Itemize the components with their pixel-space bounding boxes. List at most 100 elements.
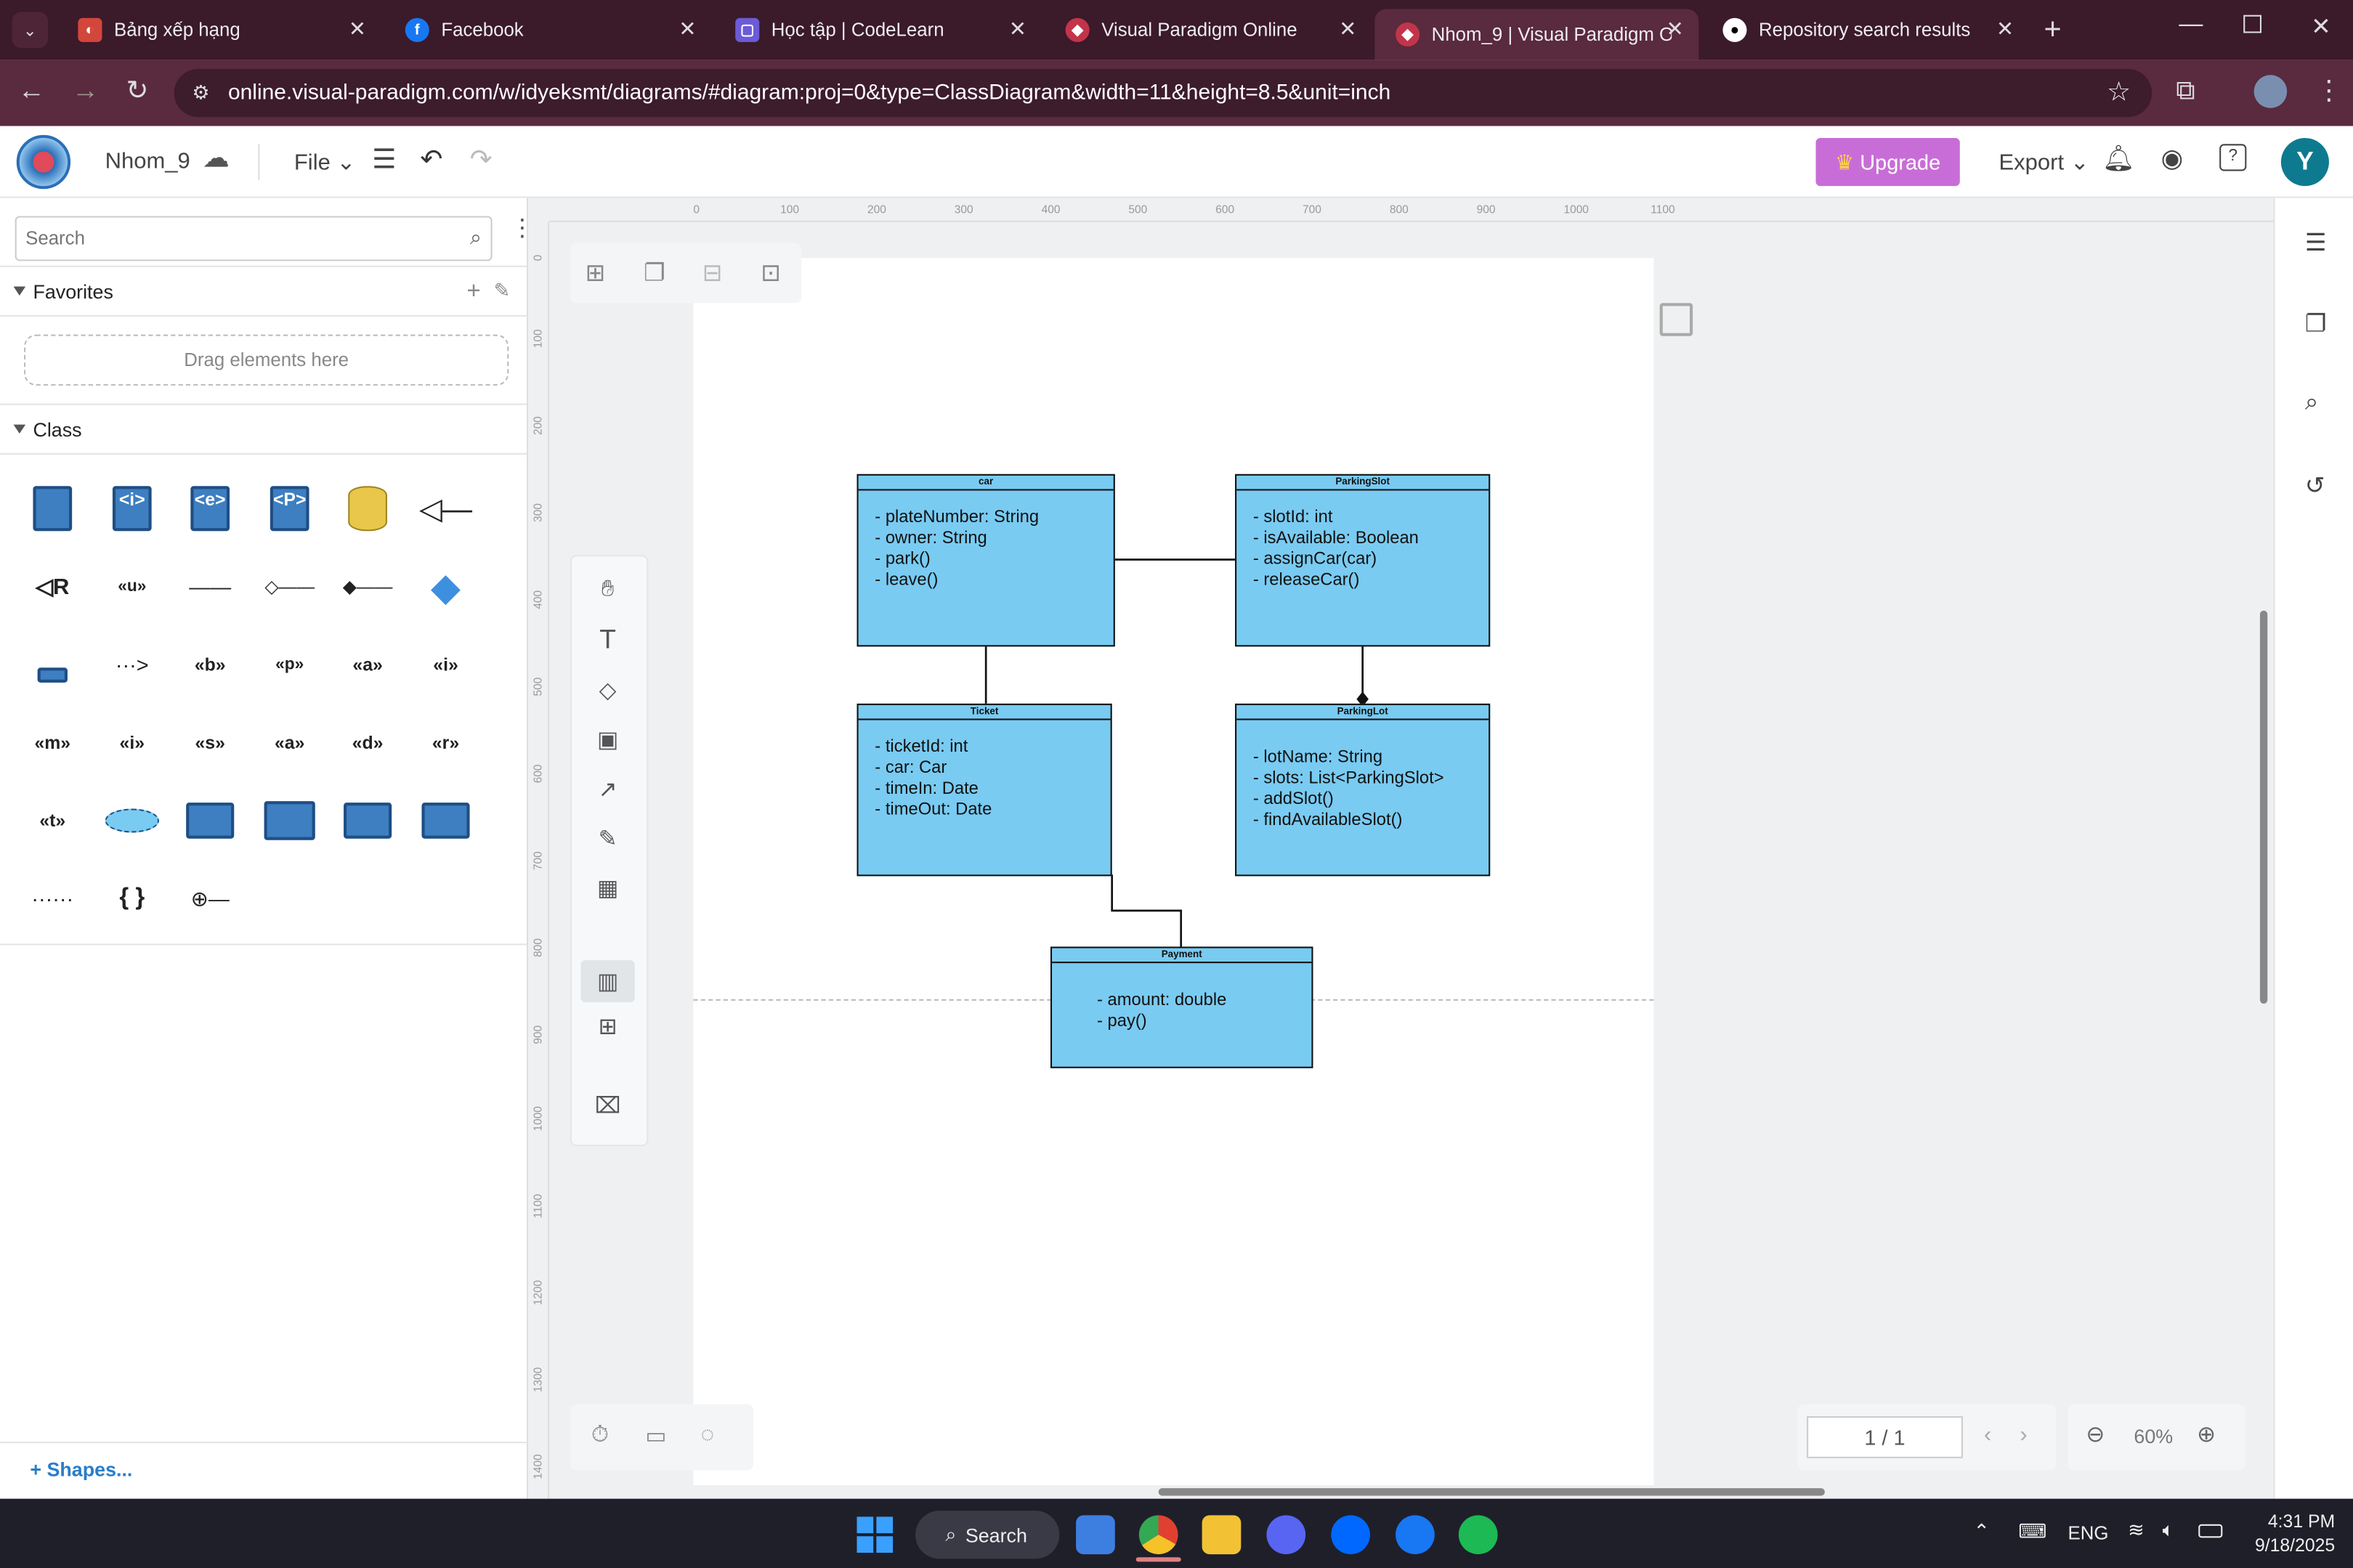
freehand-tool-icon[interactable]: ✎ xyxy=(591,822,624,855)
connector-tool-icon[interactable]: ↗ xyxy=(591,773,624,805)
new-tab-button[interactable]: + xyxy=(2044,14,2061,49)
collaboration-ellipse-icon[interactable] xyxy=(105,794,159,848)
notification-bell-icon[interactable]: 🔔︎ xyxy=(2102,144,2135,174)
keyboard-icon[interactable]: ⌨ xyxy=(2018,1520,2046,1544)
spotify-icon[interactable] xyxy=(1458,1515,1498,1555)
hamburger-menu-icon[interactable]: ☰ xyxy=(372,144,396,175)
help-icon[interactable]: ? xyxy=(2219,144,2247,171)
instantiate-dependency-icon[interactable]: «i» xyxy=(105,715,159,769)
browser-tab-2[interactable]: f Facebook ✕ xyxy=(384,9,711,51)
shapes-tool-icon[interactable]: ◇ xyxy=(591,673,624,706)
profile-avatar-icon[interactable] xyxy=(2253,75,2288,108)
generalization-arrow-icon[interactable]: ◁— xyxy=(418,482,472,535)
upgrade-button[interactable]: ♛ Upgrade xyxy=(1815,138,1960,187)
image-tool-icon[interactable]: ▣ xyxy=(591,723,624,756)
wifi-icon[interactable]: ≋ xyxy=(2128,1518,2145,1542)
access-dependency-icon[interactable]: «a» xyxy=(341,638,394,691)
find-icon[interactable]: ⌕ xyxy=(2305,390,2319,417)
constraint-shape-icon[interactable]: { } xyxy=(105,872,159,925)
favorites-drop-zone[interactable]: Drag elements here xyxy=(24,334,509,386)
containment-line-icon[interactable]: ⊕— xyxy=(183,872,237,925)
reload-icon[interactable]: ↻ xyxy=(126,75,149,106)
derive-dependency-icon[interactable]: «d» xyxy=(341,715,394,769)
abstraction-dependency-icon[interactable]: «a» xyxy=(262,715,316,769)
tab-search-dropdown[interactable]: ⌄ xyxy=(12,12,49,49)
zoom-out-icon[interactable]: ⊖ xyxy=(2086,1421,2105,1447)
browser-tab-5[interactable]: ◆ Nhom_9 | Visual Paradigm Or ✕ xyxy=(1374,9,1699,60)
class-section-header[interactable]: Class xyxy=(0,403,527,455)
browser-tab-4[interactable]: ◆ Visual Paradigm Online ✕ xyxy=(1045,9,1372,51)
bind-dependency-icon[interactable]: «b» xyxy=(183,638,237,691)
store-icon[interactable] xyxy=(1076,1515,1115,1555)
close-tab-icon[interactable]: ✕ xyxy=(679,17,696,42)
user-avatar[interactable]: Y xyxy=(2280,138,2329,187)
association-line-icon[interactable]: —— xyxy=(183,560,237,614)
database-shape-icon[interactable] xyxy=(341,482,394,535)
next-page-icon[interactable]: › xyxy=(2020,1422,2027,1447)
volume-muted-icon[interactable]: 🔈︎ xyxy=(2163,1518,2174,1542)
merge-dependency-icon[interactable]: «m» xyxy=(25,715,79,769)
enumeration-shape-icon[interactable]: <e> xyxy=(183,482,237,535)
containment-shape-icon[interactable] xyxy=(25,638,79,691)
visual-paradigm-logo[interactable] xyxy=(16,134,71,190)
text-tool-icon[interactable]: T xyxy=(591,622,624,655)
subsystem-shape-icon[interactable] xyxy=(341,794,394,848)
anchor-line-icon[interactable]: ······ xyxy=(25,872,79,925)
close-tab-icon[interactable]: ✕ xyxy=(1996,17,2014,42)
more-shapes-link[interactable]: + Shapes... xyxy=(30,1458,132,1481)
refine-dependency-icon[interactable]: «r» xyxy=(418,715,472,769)
composition-line-icon[interactable]: ◆—— xyxy=(341,560,394,614)
browser-tab-3[interactable]: ▢ Học tập | CodeLearn ✕ xyxy=(714,9,1041,51)
file-menu[interactable]: File ⌄ xyxy=(294,149,356,176)
browser-tab-1[interactable]: ◐ Bảng xếp hạng ✕ xyxy=(57,9,381,51)
show-hidden-icons-chevron[interactable]: ⌃ xyxy=(1973,1520,1990,1544)
add-widget-icon[interactable]: ⊞ xyxy=(591,1010,624,1042)
timer-icon[interactable]: ⏱ xyxy=(591,1422,609,1447)
comment-icon[interactable]: ◌ xyxy=(701,1422,714,1447)
file-explorer-icon[interactable] xyxy=(1202,1515,1242,1555)
facebook-icon[interactable] xyxy=(1396,1515,1435,1555)
panel-toggle-icon[interactable]: ▥ xyxy=(580,960,635,1002)
forward-icon[interactable]: → xyxy=(72,75,99,106)
uml-class-payment[interactable]: Payment - amount: double - pay() xyxy=(1050,946,1313,1068)
trace-dependency-icon[interactable]: «t» xyxy=(25,794,79,848)
substitute-dependency-icon[interactable]: «s» xyxy=(183,715,237,769)
redo-icon[interactable]: ↷ xyxy=(470,144,493,175)
close-tab-icon[interactable]: ✕ xyxy=(1666,17,1683,42)
search-icon[interactable]: ⌕ xyxy=(470,225,482,251)
zoom-in-icon[interactable]: ⊕ xyxy=(2197,1421,2216,1447)
close-tab-icon[interactable]: ✕ xyxy=(349,17,366,42)
model-shape-icon[interactable] xyxy=(262,794,316,848)
uml-class-ticket[interactable]: Ticket - ticketId: int - car: Car - time… xyxy=(856,703,1112,877)
page-indicator[interactable]: 1 / 1 xyxy=(1807,1416,1963,1458)
browser-menu-icon[interactable]: ⋮ xyxy=(2315,75,2342,106)
uml-class-car[interactable]: car - plateNumber: String - owner: Strin… xyxy=(856,474,1115,647)
add-favorite-icon[interactable]: + xyxy=(466,279,480,306)
preview-eye-icon[interactable]: ◉ xyxy=(2161,144,2184,174)
import-dependency-icon[interactable]: «i» xyxy=(418,638,472,691)
uml-class-parkinglot[interactable]: ParkingLot - lotName: String - slots: Li… xyxy=(1235,703,1491,877)
edit-favorite-icon[interactable]: ✎ xyxy=(494,279,511,303)
uml-class-parkingslot[interactable]: ParkingSlot - slotId: int - isAvailable:… xyxy=(1235,474,1491,647)
language-indicator[interactable]: ENG xyxy=(2068,1523,2109,1544)
restore-window-button[interactable] xyxy=(2243,15,2262,33)
permit-dependency-icon[interactable]: «p» xyxy=(262,638,316,691)
diagram-canvas[interactable]: 0 100 200 300 400 500 600 700 800 900 1000 1100 0 10… xyxy=(528,198,2274,1499)
video-icon[interactable]: ▭ xyxy=(645,1422,666,1449)
shape-search-field[interactable]: ⌕ xyxy=(15,216,493,261)
back-icon[interactable]: ← xyxy=(18,75,45,106)
browser-tab-6[interactable]: ● Repository search results ✕ xyxy=(1702,9,2029,51)
bookmark-star-icon[interactable]: ☆ xyxy=(2107,76,2131,107)
aggregation-line-icon[interactable]: ◇—— xyxy=(262,560,316,614)
export-menu[interactable]: Export ⌄ xyxy=(1999,149,2089,176)
format-painter-icon[interactable]: ⌧ xyxy=(591,1089,624,1122)
taskbar-search[interactable]: ⌕ Search xyxy=(915,1511,1060,1559)
undo-icon[interactable]: ↶ xyxy=(420,144,442,175)
history-icon[interactable]: ↺ xyxy=(2305,471,2325,501)
layers-icon[interactable]: ❐ xyxy=(2305,309,2327,339)
decision-diamond-icon[interactable]: ◆ xyxy=(418,560,472,614)
close-tab-icon[interactable]: ✕ xyxy=(1009,17,1026,42)
class-shape-icon[interactable] xyxy=(25,482,79,535)
dependency-arrow-icon[interactable]: ···> xyxy=(105,638,159,691)
zoom-level[interactable]: 60% xyxy=(2134,1425,2173,1447)
